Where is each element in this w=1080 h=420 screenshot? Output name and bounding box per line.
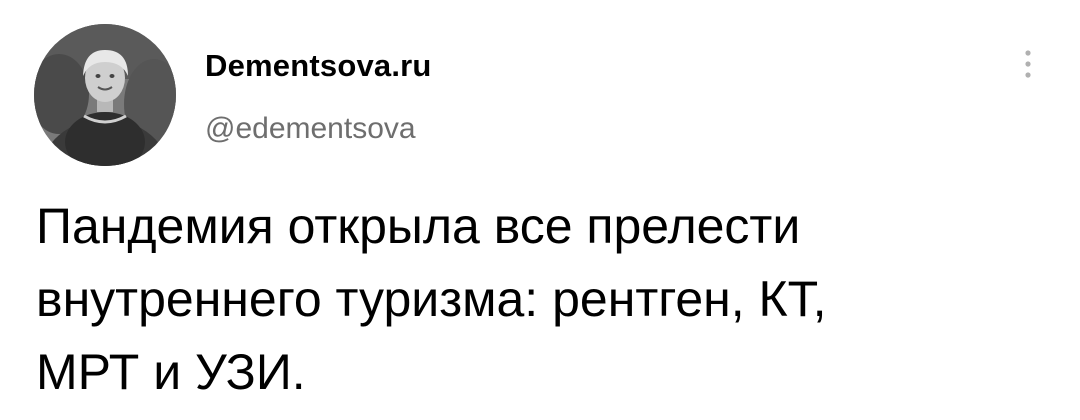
tweet-text-line: МРТ и УЗИ.	[36, 344, 306, 400]
tweet-text-line: внутреннего туризма: рентген, КТ,	[36, 271, 827, 327]
tweet-text-line: Пандемия открыла все прелести	[36, 198, 801, 254]
author-display-name[interactable]: Dementsova.ru	[205, 48, 432, 84]
tweet-text: Пандемия открыла все прелести внутреннег…	[36, 190, 1046, 409]
tweet-card: Dementsova.ru @edementsova Пандемия откр…	[0, 0, 1080, 420]
author-avatar[interactable]	[34, 24, 176, 166]
avatar-photo-icon	[34, 24, 176, 166]
author-handle[interactable]: @edementsova	[205, 112, 416, 146]
more-vertical-icon	[1025, 50, 1031, 78]
more-options-button[interactable]	[1010, 44, 1046, 88]
